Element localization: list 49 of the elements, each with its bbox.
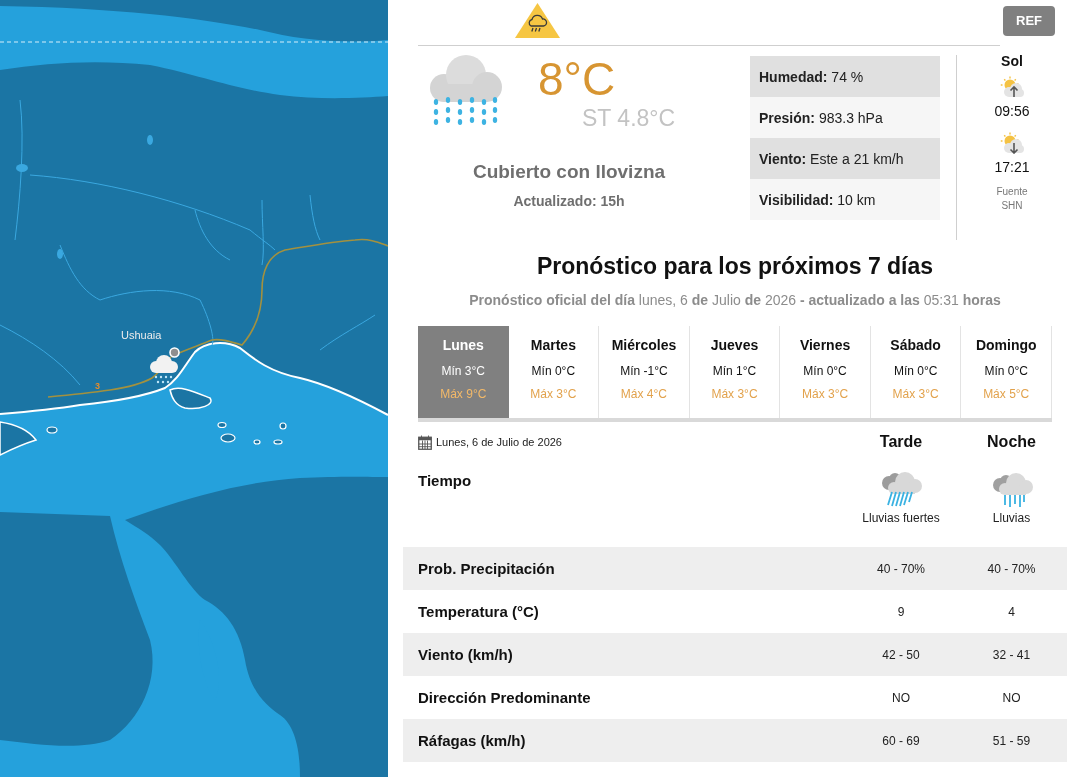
calendar-icon [418,434,432,450]
table-cell: 32 - 41 [992,646,1031,663]
source-name: SHN [1001,199,1023,213]
forecast-date: Lunes, 6 de Julio de 2026 [436,435,562,449]
cloud-rain-icon [990,471,1033,507]
table-cell: 40 - 70% [987,560,1036,577]
table-cell: NO [892,689,910,706]
sunrise-icon [1000,76,1024,98]
sunset-icon [1000,132,1024,154]
forecast-title: Pronóstico para los próximos 7 días [536,252,934,280]
ref-button[interactable]: REF [1003,6,1055,36]
row-label: Temperatura (°C) [418,602,539,621]
detail-text: Viento: Este a 21 km/h [759,149,904,168]
cloud-heavy-rain-icon [880,471,922,507]
row-label: Dirección Predominante [418,688,591,707]
map-place-label: Ushuaia [121,329,162,342]
table-cell: 4 [1008,603,1015,620]
source-label: Fuente [996,185,1028,199]
table-cell: 40 - 70% [877,560,925,577]
period-header: Noche [987,432,1036,452]
cloud-rain-marker-icon[interactable] [147,355,179,385]
sun-title: Sol [1001,52,1023,70]
row-label: Viento (km/h) [418,645,513,664]
detail-text: Humedad: 74 % [759,67,864,86]
day-tab[interactable]: Lunes Mín 3°C Máx 9°C [418,326,509,418]
cloud-drizzle-icon [428,54,504,126]
period-header: Tarde [879,432,923,452]
table-cell: 42 - 50 [882,646,920,663]
route-number-label: 3 [95,381,100,391]
table-cell: 60 - 69 [882,732,920,749]
table-cell: NO [1002,689,1021,706]
location-dot-icon[interactable] [169,347,180,358]
row-label: Prob. Precipitación [418,559,555,578]
rain-warning-icon [515,3,560,38]
forecast-subtitle: Pronóstico oficial del día lunes, 6 de Julio de 2026 - actualizado a las 05:31 horas [469,291,1001,309]
row-label: Ráfagas (km/h) [418,731,526,750]
sunrise-time: 09:56 [994,102,1030,120]
row-label: Tiempo [418,472,472,490]
updated-time: Actualizado: 15h [513,192,625,210]
temperature: 8°C [538,55,617,103]
table-cell: 9 [897,603,905,620]
weather-description: Lluvias fuertes [862,510,940,526]
feels-like-temperature: ST 4.8°C [582,105,676,131]
sunset-time: 17:21 [994,158,1030,176]
weather-condition: Cubierto con llovizna [472,161,666,183]
table-cell: 51 - 59 [992,732,1031,749]
detail-text: Presión: 983.3 hPa [759,108,883,127]
detail-text: Visibilidad: 10 km [759,190,876,209]
weather-description: Lluvias [992,510,1031,526]
